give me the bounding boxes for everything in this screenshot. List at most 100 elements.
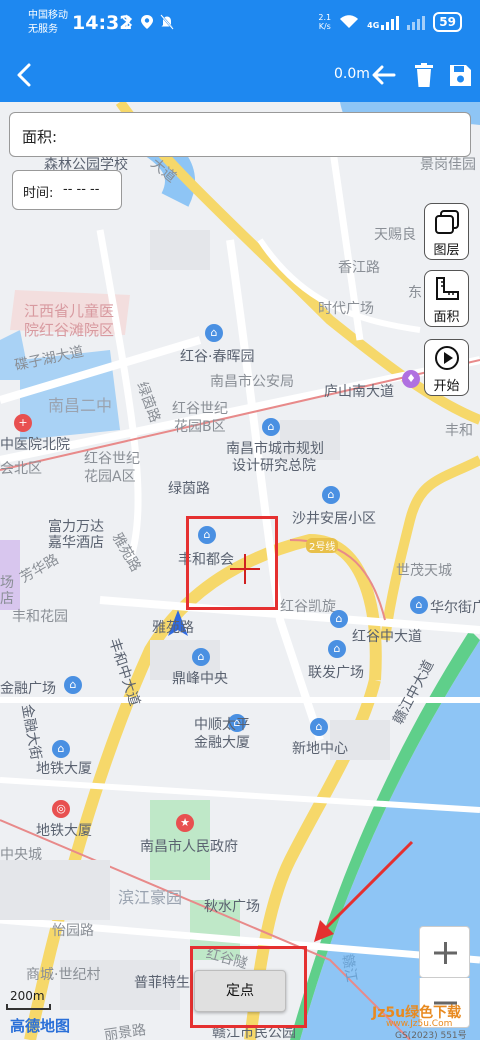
map-label: 南昌市人民政府 (140, 839, 238, 855)
signal-bars-icon (381, 14, 400, 30)
poi-marker-icon[interactable]: ⌂ (52, 740, 70, 758)
map-label: 金融大厦 (194, 735, 250, 751)
undo-arrow-icon[interactable] (370, 61, 398, 89)
map-label: 红谷世纪 (172, 401, 228, 417)
map-label: 中医院北院 (0, 437, 70, 453)
zoom-in-button[interactable] (419, 926, 470, 978)
map-label: 丰和花园 (12, 609, 68, 625)
back-icon[interactable] (10, 60, 40, 90)
map-label: 世茂天城 (396, 563, 452, 579)
map-label: 商城·世纪村 (26, 967, 101, 983)
net-speed-value: 2.1 (318, 13, 332, 22)
map-logo: 高德地图 (10, 1017, 71, 1035)
area-panel: 面积: (9, 112, 471, 157)
map-label: 南昌二中 (48, 396, 113, 415)
map-label: 红谷世纪 (84, 451, 140, 467)
layers-label: 图层 (433, 243, 460, 258)
map-label: 景岗佳园 (420, 157, 476, 173)
map-label: 丰和 (445, 423, 473, 439)
annotation-arrow (314, 840, 414, 942)
toolbar: 0.0m (0, 48, 480, 102)
poi-marker-icon[interactable]: ⌂ (322, 486, 340, 504)
poi-marker-icon[interactable]: ⌂ (330, 610, 348, 628)
government-marker-icon[interactable]: ★ (176, 814, 194, 832)
carrier-info: 中国移动 无服务 (28, 9, 68, 37)
net-speed-unit: K/s (318, 22, 331, 31)
map-label: 雅苑路 (152, 620, 194, 636)
map-label: 嘉华酒店 (48, 535, 104, 551)
cell-signal: 4G (367, 14, 400, 30)
poi-marker-icon[interactable]: ⌂ (262, 418, 280, 436)
poi-marker-icon[interactable]: ⌂ (192, 648, 210, 666)
time-panel: 时间: -- -- -- (12, 170, 122, 210)
layers-button[interactable]: 图层 (424, 203, 469, 260)
ruler-icon (436, 277, 459, 300)
start-button[interactable]: 开始 (424, 339, 469, 396)
time-value: -- -- -- (63, 182, 100, 197)
poi-marker-icon[interactable]: ⌂ (410, 596, 428, 614)
map-label: 东 (408, 285, 422, 301)
map-label: 秋水广场 (204, 899, 260, 915)
status-bar: 中国移动 无服务 14:32 2.1 K/s 4G 59 (0, 0, 480, 48)
signal-bars-no-sim-icon (407, 14, 426, 30)
map-label: 华尔街广 (430, 600, 480, 616)
area-button[interactable]: 面积 (424, 270, 469, 327)
bluetooth-icon (122, 14, 133, 30)
locate-point-button[interactable]: 定点 (194, 970, 286, 1012)
crosshair-icon (230, 554, 260, 584)
map-label: 江西省儿童医 (24, 302, 115, 320)
wifi-icon (340, 15, 359, 28)
map-label: 庐山南大道 (324, 384, 394, 400)
map-label: 地铁大厦 (36, 823, 92, 839)
map-label: 香江路 (338, 260, 380, 276)
save-icon[interactable] (446, 61, 474, 89)
map-label: 天赐良 (374, 227, 416, 243)
metro-line-label: 2号线 (306, 538, 339, 553)
map-label: 新地中心 (292, 741, 348, 757)
area-button-label: 面积 (433, 310, 460, 325)
map-label: 会北区 (0, 461, 42, 477)
status-icons (120, 14, 174, 30)
map-label: 时代广场 (318, 301, 374, 317)
map-label: 中央城 (0, 847, 42, 863)
battery-indicator: 59 (433, 12, 462, 32)
map-label: 绿茵路 (168, 481, 210, 497)
scale-bar (6, 1004, 51, 1010)
scale-label: 200m (10, 989, 45, 1003)
play-icon (435, 346, 459, 370)
start-label: 开始 (433, 379, 460, 394)
time-label: 时间: (23, 186, 54, 201)
map-label: 红谷·春晖园 (180, 349, 255, 365)
map-label: 联发广场 (308, 665, 364, 681)
map-label: 滨江豪园 (118, 888, 183, 907)
map-copyright: GS(2023) 551号 (395, 1031, 467, 1040)
location-icon (141, 15, 153, 29)
map-label: 店 (0, 591, 14, 607)
status-right: 2.1 K/s 4G 59 (318, 12, 462, 32)
map-label: 红谷中大道 (352, 629, 422, 645)
map-label: 金融广场 (0, 681, 56, 697)
map-label: 鼎峰中央 (172, 671, 228, 687)
poi-marker-icon[interactable]: ⌂ (310, 718, 328, 736)
mute-bell-icon (160, 14, 174, 30)
signal-type: 4G (367, 21, 380, 30)
distance-readout: 0.0m (334, 66, 370, 82)
map-label: 院红谷滩院区 (24, 321, 115, 339)
poi-marker-icon[interactable]: ⌂ (328, 640, 346, 658)
map-label: 地铁大厦 (36, 761, 92, 777)
map-label: 普菲特生 (134, 975, 190, 991)
map-label: 中顺太平 (194, 717, 250, 733)
plus-icon (434, 942, 457, 964)
map-label: 花园A区 (84, 469, 136, 485)
shop-marker-icon[interactable]: ♦ (402, 370, 420, 388)
carrier-status: 无服务 (28, 24, 58, 35)
metro-station-icon[interactable]: ◎ (52, 800, 70, 818)
map-label: 南昌市公安局 (210, 374, 294, 390)
poi-marker-icon[interactable]: ⌂ (205, 324, 223, 342)
map-label: 红谷凯旋 (280, 599, 336, 615)
map-label: 怡园路 (52, 923, 94, 939)
hospital-marker-icon[interactable]: + (14, 414, 32, 432)
poi-marker-icon[interactable]: ⌂ (64, 676, 82, 694)
trash-icon[interactable] (410, 61, 438, 89)
area-label: 面积: (22, 128, 58, 146)
